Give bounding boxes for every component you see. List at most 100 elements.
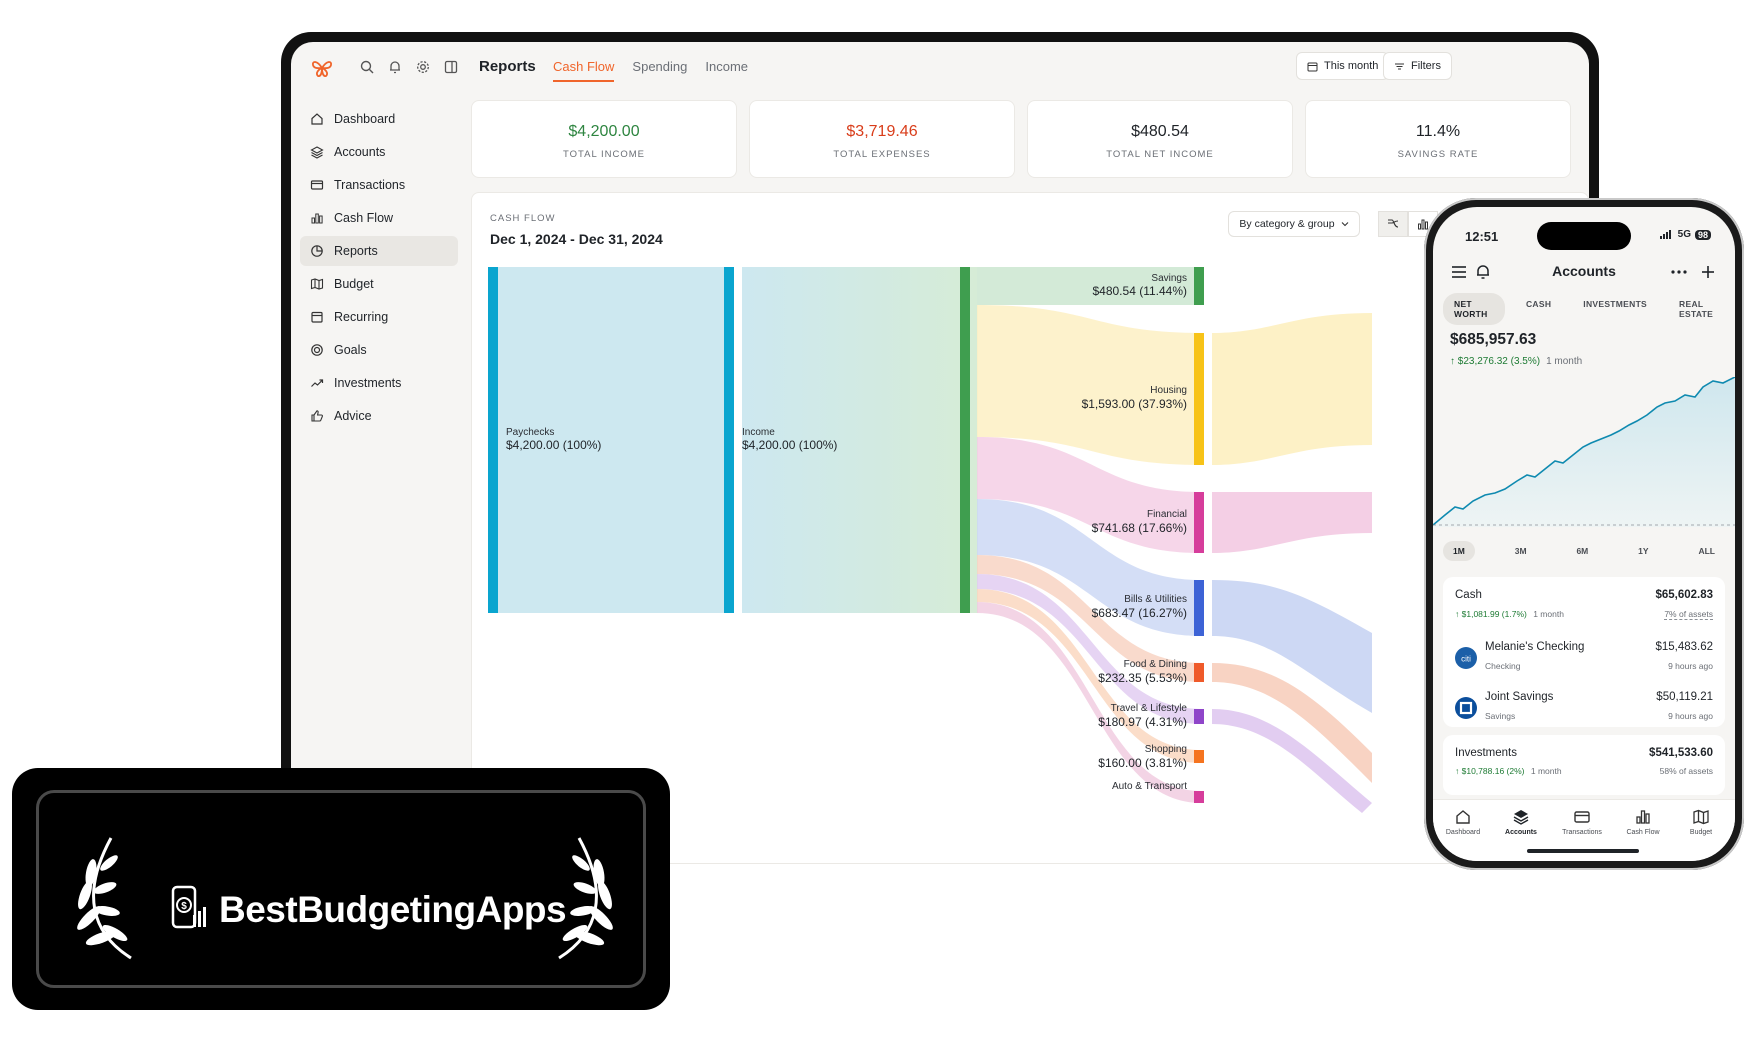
node-shopping[interactable]: [1194, 750, 1204, 763]
sidebar-toggle-icon[interactable]: [443, 59, 459, 75]
cash-flow-sankey: Paychecks $4,200.00 (100%) Income $4,200…: [488, 267, 1372, 813]
range-all[interactable]: ALL: [1688, 541, 1725, 561]
card-icon: [1574, 811, 1590, 823]
sidebar-item-cash-flow[interactable]: Cash Flow: [300, 203, 458, 233]
tab-income[interactable]: Income: [705, 59, 748, 82]
more-icon[interactable]: [1671, 270, 1687, 274]
label-savings: Savings: [1151, 273, 1187, 284]
phone-screen: 12:51 5G 98 Accounts NET WORTH CASH INVE…: [1433, 207, 1735, 861]
phone-dollar-icon: $: [171, 885, 206, 929]
sidebar-item-dashboard[interactable]: Dashboard: [300, 104, 458, 134]
investments-card[interactable]: Investments $541,533.60 ↑ $10,788.16 (2%…: [1443, 735, 1725, 795]
account-name[interactable]: Joint Savings: [1485, 691, 1553, 703]
laurel-left-icon: [77, 837, 132, 960]
tab-cash-flow[interactable]: Cash Flow: [553, 59, 615, 82]
label-travel: Travel & Lifestyle: [1111, 703, 1188, 714]
node-financial[interactable]: [1194, 492, 1204, 553]
sidebar-item-investments[interactable]: Investments: [300, 368, 458, 398]
label-food: Food & Dining: [1124, 659, 1187, 670]
flow-housing-out: [1212, 313, 1372, 465]
main-content: $4,200.00 TOTAL INCOME $3,719.46 TOTAL E…: [471, 92, 1589, 864]
tabbar-budget[interactable]: Budget: [1673, 808, 1729, 836]
citi-logo: citi: [1455, 647, 1477, 669]
tabbar-cash-flow[interactable]: Cash Flow: [1615, 808, 1671, 836]
battery-level: 98: [1694, 229, 1711, 240]
svg-text:$: $: [181, 901, 187, 912]
sidebar-item-label: Recurring: [334, 310, 389, 324]
tabbar-label: Dashboard: [1445, 829, 1481, 836]
pie-chart-icon: [311, 245, 323, 257]
range-selector: 1M 3M 6M 1Y ALL: [1443, 541, 1725, 561]
dynamic-island: [1537, 222, 1631, 250]
filters-button[interactable]: Filters: [1383, 52, 1452, 80]
target-icon: [311, 344, 323, 356]
value-paychecks: $4,200.00 (100%): [506, 438, 601, 452]
cash-change-period: 1 month: [1533, 609, 1564, 619]
app-logo-icon[interactable]: [311, 57, 333, 79]
node-paychecks[interactable]: [488, 267, 498, 613]
sidebar-item-advice[interactable]: Advice: [300, 401, 458, 431]
sidebar-item-label: Investments: [334, 376, 402, 390]
node-travel[interactable]: [1194, 709, 1204, 724]
net-worth-change-period: 1 month: [1546, 356, 1583, 367]
range-6m[interactable]: 6M: [1566, 541, 1598, 561]
node-expenses-split[interactable]: [960, 267, 970, 613]
cash-amount: $65,602.83: [1655, 589, 1713, 601]
tab-net-worth[interactable]: NET WORTH: [1443, 293, 1505, 325]
sidebar-item-budget[interactable]: Budget: [300, 269, 458, 299]
tabbar-accounts[interactable]: Accounts: [1493, 808, 1549, 836]
badge-border: $ BestBudgetingApps: [36, 790, 646, 988]
node-income[interactable]: [724, 267, 734, 613]
bell-icon[interactable]: [387, 59, 403, 75]
tab-cash[interactable]: CASH: [1515, 293, 1562, 325]
sidebar-item-accounts[interactable]: Accounts: [300, 137, 458, 167]
node-savings[interactable]: [1194, 267, 1204, 305]
stat-label: SAVINGS RATE: [1397, 149, 1479, 160]
top-bar: Reports Cash Flow Spending Income This m…: [291, 42, 1589, 92]
top-icons: [359, 59, 459, 75]
search-icon[interactable]: [359, 59, 375, 75]
sidebar-item-transactions[interactable]: Transactions: [300, 170, 458, 200]
network-label: 5G: [1677, 229, 1691, 240]
gear-icon[interactable]: [415, 59, 431, 75]
trend-icon: [311, 379, 324, 387]
cash-card[interactable]: Cash $65,602.83 ↑ $1,081.99 (1.7%) 1 mon…: [1443, 577, 1725, 727]
account-updated: 9 hours ago: [1668, 661, 1713, 671]
investments-change-period: 1 month: [1530, 766, 1562, 776]
node-housing[interactable]: [1194, 333, 1204, 465]
cash-title: Cash: [1455, 589, 1482, 601]
sidebar-item-reports[interactable]: Reports: [300, 236, 458, 266]
signal-icon: [1659, 230, 1671, 239]
tab-spending[interactable]: Spending: [632, 59, 687, 82]
map-icon: [310, 278, 324, 290]
range-1m[interactable]: 1M: [1443, 541, 1475, 561]
tabbar-dashboard[interactable]: Dashboard: [1435, 808, 1491, 836]
desktop-frame: Reports Cash Flow Spending Income This m…: [281, 32, 1599, 864]
value-savings: $480.54 (11.44%): [1092, 284, 1187, 298]
value-income: $4,200.00 (100%): [742, 438, 837, 452]
investments-title: Investments: [1455, 747, 1517, 759]
account-amount: $50,119.21: [1656, 691, 1713, 703]
investments-change: ↑ $10,788.16 (2%) 1 month: [1455, 766, 1562, 776]
label-paychecks: Paychecks: [506, 427, 554, 438]
account-name[interactable]: Melanie's Checking: [1485, 641, 1584, 653]
account-type: Checking: [1485, 661, 1521, 671]
tab-real-estate[interactable]: REAL ESTATE: [1668, 293, 1735, 325]
add-icon[interactable]: [1701, 265, 1715, 279]
stat-label: TOTAL NET INCOME: [1106, 149, 1214, 160]
range-1y[interactable]: 1Y: [1628, 541, 1658, 561]
tabbar-transactions[interactable]: Transactions: [1554, 808, 1610, 836]
value-travel: $180.97 (4.31%): [1098, 715, 1187, 729]
sidebar-item-goals[interactable]: Goals: [300, 335, 458, 365]
node-food[interactable]: [1194, 663, 1204, 682]
tab-investments[interactable]: INVESTMENTS: [1572, 293, 1658, 325]
stat-value: 11.4%: [1415, 123, 1461, 140]
node-auto[interactable]: [1194, 791, 1204, 803]
thumbs-up-icon: [311, 410, 323, 422]
map-icon: [1693, 809, 1709, 825]
range-3m[interactable]: 3M: [1505, 541, 1537, 561]
sidebar-item-label: Advice: [334, 409, 372, 423]
node-bills[interactable]: [1194, 580, 1204, 636]
sidebar-item-recurring[interactable]: Recurring: [300, 302, 458, 332]
period-button[interactable]: This month: [1296, 52, 1390, 80]
